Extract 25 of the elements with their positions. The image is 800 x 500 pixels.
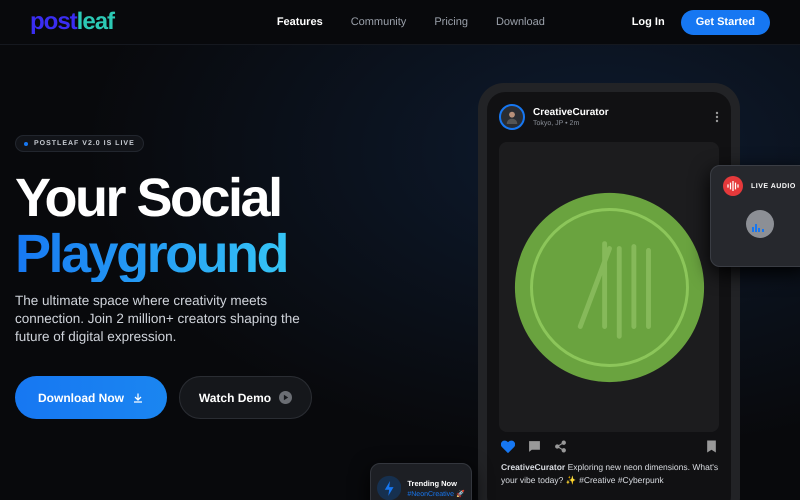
comment-icon[interactable] — [528, 440, 541, 453]
bookmark-icon[interactable] — [706, 440, 717, 453]
nav-link[interactable]: Download — [496, 16, 545, 28]
headline: Your Social — [15, 168, 281, 228]
nav-link[interactable]: Community — [350, 16, 406, 28]
sound-wave-icon — [723, 176, 743, 196]
more-icon[interactable] — [715, 111, 719, 123]
nav-link[interactable]: Features — [276, 16, 323, 28]
share-icon[interactable] — [554, 440, 567, 453]
hero-description: The ultimate space where creativity meets connection. Join 2 million+ creators shaping the future of digital expression. — [15, 292, 301, 346]
nav-link[interactable]: Pricing — [434, 16, 468, 28]
watch-demo-button[interactable]: Watch Demo — [179, 376, 312, 419]
post-caption: CreativeCurator Exploring new neon dimensions. What's your vibe today? ✨ #Creative #Cyberpunk — [500, 461, 719, 487]
logo[interactable]: postleaf — [30, 8, 250, 36]
status-dot — [24, 142, 28, 146]
author-name: CreativeCurator — [533, 107, 610, 118]
play-icon — [279, 391, 292, 404]
heart-icon[interactable] — [501, 440, 515, 453]
download-icon — [132, 392, 144, 404]
avatar — [499, 104, 525, 130]
login-link[interactable]: Log In — [632, 16, 665, 28]
lightning-icon — [377, 475, 402, 500]
download-button[interactable]: Download Now — [15, 376, 167, 419]
get-started-button[interactable]: Get Started — [680, 10, 770, 34]
speaker-avatar-icon — [746, 210, 774, 238]
